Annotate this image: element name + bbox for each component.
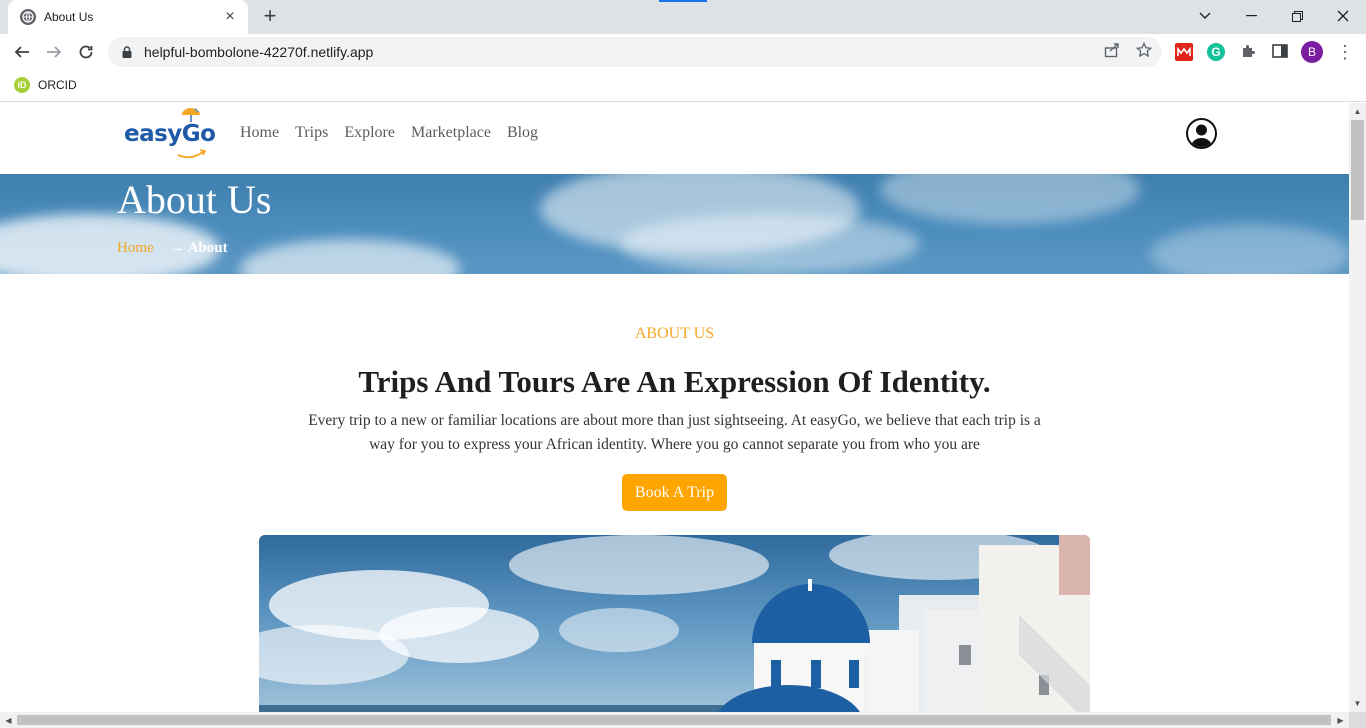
nav-home[interactable]: Home	[240, 124, 279, 142]
kebab-menu-icon[interactable]: ⋮	[1336, 40, 1354, 64]
scrollbar-corner	[1349, 712, 1366, 728]
bookmarks-bar: iD ORCID	[0, 70, 1366, 102]
santorini-photo	[259, 535, 1090, 712]
minimize-button[interactable]	[1228, 0, 1274, 32]
site-logo[interactable]: easyGo	[124, 107, 216, 165]
section-heading: Trips And Tours Are An Expression Of Ide…	[358, 364, 991, 399]
scroll-up-arrow-icon[interactable]: ▲	[1349, 103, 1366, 120]
page-viewport: easyGo Home Trips Explore Marketplace Bl…	[0, 103, 1349, 712]
back-button[interactable]	[8, 38, 36, 66]
site-nav: Home Trips Explore Marketplace Blog	[240, 124, 538, 142]
nav-marketplace[interactable]: Marketplace	[411, 124, 491, 142]
logo-text: easyGo	[124, 121, 216, 147]
new-tab-button[interactable]: +	[258, 5, 282, 29]
book-trip-button[interactable]: Book A Trip	[622, 474, 727, 511]
share-icon[interactable]	[1103, 41, 1121, 59]
browser-tab[interactable]: About Us ×	[8, 0, 248, 34]
tab-title: About Us	[44, 10, 94, 24]
tab-search-indicator	[659, 0, 707, 2]
breadcrumb-home[interactable]: Home	[117, 240, 154, 257]
breadcrumb-current: → About	[169, 240, 228, 256]
restore-button[interactable]	[1274, 0, 1320, 32]
hero-cloud	[620, 214, 920, 274]
reload-button[interactable]	[72, 38, 100, 66]
hero-cloud	[1150, 224, 1349, 274]
horizontal-scroll-thumb[interactable]	[17, 715, 1331, 725]
hero-banner: About Us Home → About	[0, 174, 1349, 274]
scroll-left-arrow-icon[interactable]: ◀	[0, 712, 17, 728]
url-text: helpful-bombolone-42270f.netlify.app	[144, 44, 374, 60]
bookmark-star-icon[interactable]	[1135, 41, 1153, 59]
user-avatar-icon[interactable]	[1186, 118, 1217, 149]
grammarly-extension-icon[interactable]: G	[1207, 43, 1225, 61]
nav-blog[interactable]: Blog	[507, 124, 538, 142]
nav-trips[interactable]: Trips	[295, 124, 328, 142]
side-panel-icon[interactable]	[1271, 42, 1289, 60]
browser-toolbar: helpful-bombolone-42270f.netlify.app G B…	[0, 34, 1366, 70]
scroll-down-arrow-icon[interactable]: ▼	[1349, 695, 1366, 712]
site-header: easyGo Home Trips Explore Marketplace Bl…	[0, 103, 1349, 174]
forward-button[interactable]	[40, 38, 68, 66]
hero-cloud	[880, 174, 1140, 224]
close-window-button[interactable]	[1320, 0, 1366, 32]
page-title: About Us	[117, 177, 272, 222]
scroll-right-arrow-icon[interactable]: ▶	[1332, 712, 1349, 728]
hero-cloud	[240, 239, 460, 274]
breadcrumb: Home → About	[117, 240, 228, 257]
lock-icon	[120, 45, 134, 59]
bookmark-orcid[interactable]: iD ORCID	[14, 77, 77, 93]
photo-illustration	[259, 535, 1090, 712]
vertical-scrollbar[interactable]: ▲ ▼	[1349, 103, 1366, 712]
mendeley-extension-icon[interactable]	[1175, 43, 1193, 61]
vertical-scroll-thumb[interactable]	[1351, 120, 1364, 220]
profile-avatar[interactable]: B	[1301, 41, 1323, 63]
bookmark-label: ORCID	[38, 78, 77, 92]
address-bar[interactable]: helpful-bombolone-42270f.netlify.app	[108, 37, 1162, 67]
logo-swoosh-icon	[177, 149, 207, 159]
section-eyebrow: ABOUT US	[634, 325, 715, 342]
nav-explore[interactable]: Explore	[344, 124, 395, 142]
globe-icon	[20, 9, 36, 25]
horizontal-scrollbar[interactable]: ◀ ▶	[0, 712, 1349, 728]
extensions-puzzle-icon[interactable]	[1239, 42, 1257, 60]
orcid-icon: iD	[14, 77, 30, 93]
section-body: Every trip to a new or familiar location…	[308, 412, 1041, 453]
close-tab-icon[interactable]: ×	[222, 9, 238, 25]
tab-search-chevron-icon[interactable]	[1182, 0, 1228, 32]
tab-strip: About Us × +	[0, 0, 1366, 34]
